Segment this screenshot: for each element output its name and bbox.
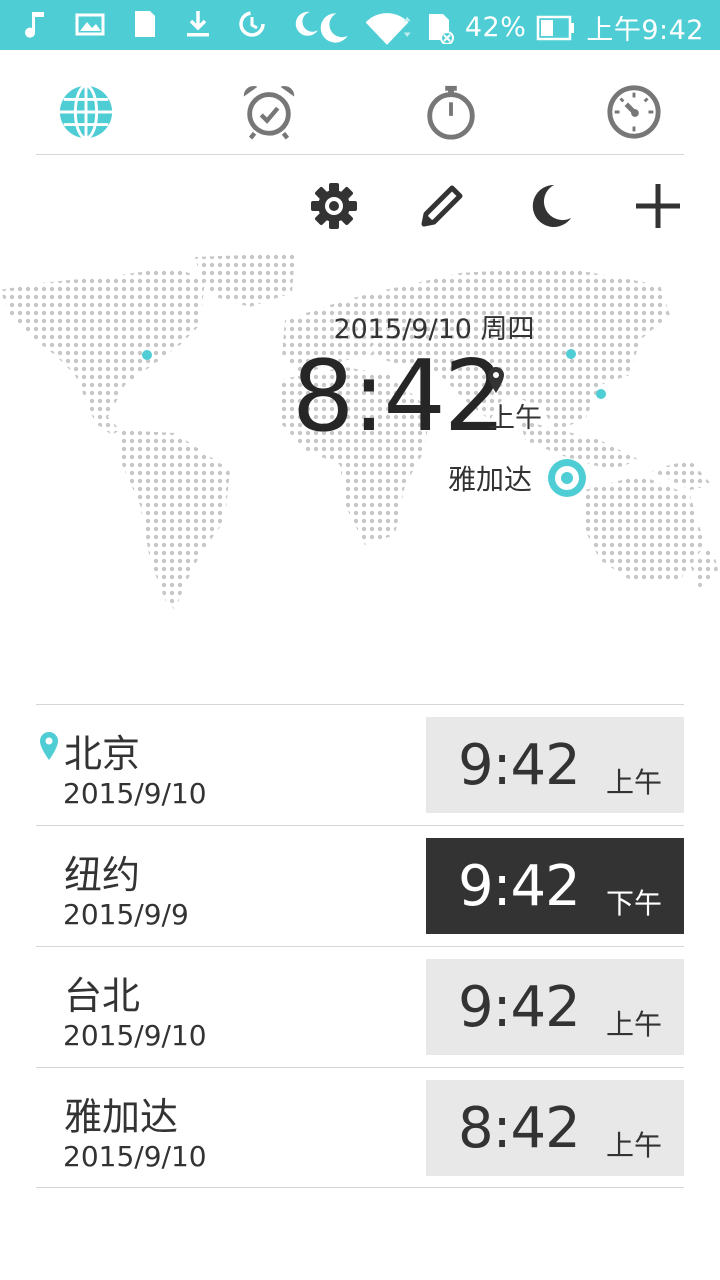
city-row-jakarta[interactable]: 雅加达 2015/9/10 8:42 上午 [36,1067,684,1188]
tab-timer[interactable] [604,82,664,142]
battery-icon [537,15,575,40]
globe-icon [59,84,113,140]
image-icon [75,13,105,36]
stopwatch-icon [427,85,475,140]
battery-percent: 42% [464,12,527,43]
city-ampm: 上午 [605,1129,662,1162]
current-ampm: 上午 [488,403,542,434]
city-name: 台北 [64,974,141,1018]
night-mode-button[interactable] [522,178,578,234]
city-ampm: 上午 [605,1008,662,1041]
plus-icon [636,184,680,228]
tab-world-clock[interactable] [56,82,116,142]
location-pin-icon [488,367,504,393]
gear-icon [311,183,357,229]
city-time: 9:42 [458,975,581,1040]
settings-button[interactable] [306,178,362,234]
location-pin-icon [40,732,58,760]
current-city: 雅加达 [448,463,533,496]
status-time: 上午9:42 [586,15,704,46]
city-date: 2015/9/10 [63,1019,207,1052]
city-time: 9:42 [458,854,581,919]
tab-divider [36,154,684,155]
music-note-icon [25,12,44,38]
city-time: 8:42 [458,1096,581,1161]
status-bar: 42% 上午9:42 [0,0,720,50]
city-name: 雅加达 [64,1095,179,1139]
city-name: 北京 [64,732,141,776]
city-row-taipei[interactable]: 台北 2015/9/10 9:42 上午 [36,946,684,1067]
city-clock: 9:42 上午 [426,717,684,813]
city-date: 2015/9/10 [63,777,207,810]
city-row-newyork[interactable]: 纽约 2015/9/9 9:42 下午 [36,825,684,946]
timer-icon [607,85,661,139]
add-city-button[interactable] [630,178,686,234]
tab-stopwatch[interactable] [421,82,481,142]
download-icon [187,11,209,37]
pencil-icon [421,185,463,227]
city-clock: 8:42 上午 [426,1080,684,1176]
city-name: 纽约 [64,853,141,897]
city-date: 2015/9/10 [63,1140,207,1173]
tab-bar [36,70,684,154]
moon-icon [532,184,571,227]
current-time: 8:42 [292,340,506,454]
data-saver-icon [239,11,265,37]
city-ampm: 下午 [605,887,662,920]
toolbar [306,178,686,234]
tab-alarm[interactable] [239,82,299,142]
alarm-clock-icon [243,86,294,140]
edit-button[interactable] [414,178,470,234]
city-time: 9:42 [458,733,581,798]
city-date: 2015/9/9 [63,898,189,931]
sim-card-no-service-icon [428,13,454,44]
city-list: 北京 2015/9/10 9:42 上午 纽约 2015/9/9 9:42 下午… [36,704,684,1188]
moon-status-icon [320,12,348,43]
wifi-icon [365,12,411,45]
sd-card-icon [135,11,155,37]
city-row-beijing[interactable]: 北京 2015/9/10 9:42 上午 [36,704,684,825]
city-clock: 9:42 下午 [426,838,684,934]
target-location-icon[interactable] [548,459,586,497]
city-clock: 9:42 上午 [426,959,684,1055]
city-ampm: 上午 [605,766,662,799]
